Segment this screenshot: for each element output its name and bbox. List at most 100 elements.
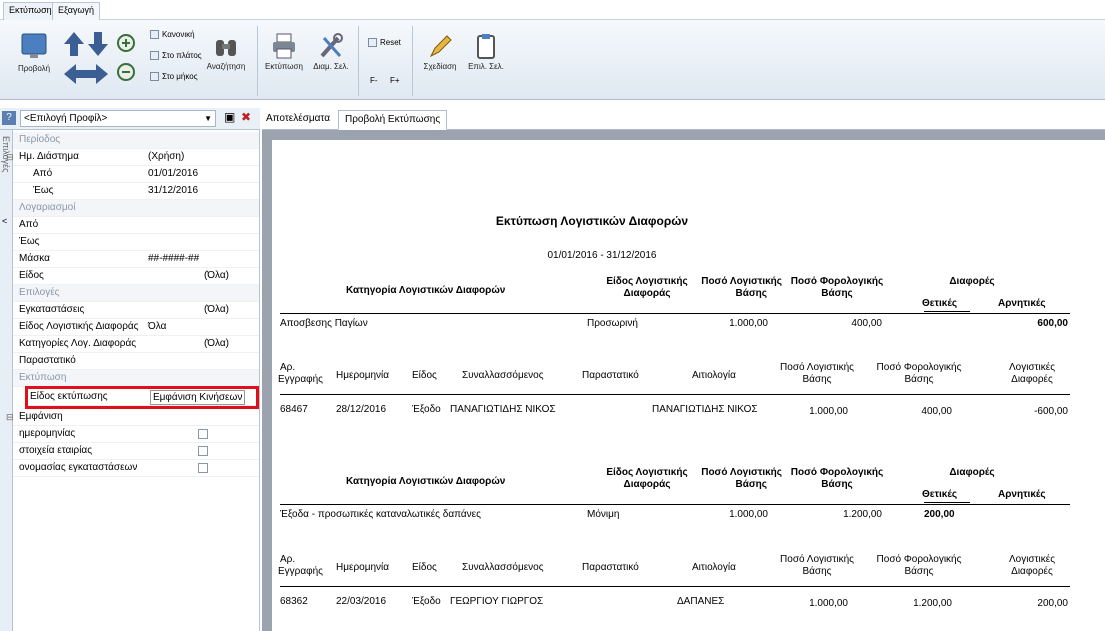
tab-export[interactable]: Εξαγωγή [52, 2, 101, 20]
property-row[interactable]: ονομασίας εγκαταστάσεων [13, 460, 259, 477]
divider [257, 26, 258, 96]
monitor-icon [21, 33, 47, 58]
acc-col-header-line2: Βάσης [802, 566, 832, 577]
zoom-buttons[interactable] [115, 32, 137, 92]
font-decrease-button[interactable]: F- [370, 76, 378, 85]
entry-tax: 400,00 [921, 406, 952, 417]
property-value: 31/12/2016 [148, 185, 199, 196]
page-setup-button[interactable]: Διαμ. Σελ. [310, 32, 352, 71]
property-label: Ημ. Διάστημα [19, 151, 79, 162]
property-row[interactable]: ⊟ Ημ. Διάστημα (Χρήση) [6, 149, 259, 166]
property-row[interactable]: Παραστατικό [13, 353, 259, 370]
property-row[interactable]: Είδος εκτύπωσης Εμφάνιση Κινήσεων [25, 386, 259, 409]
collapse-toggle-icon[interactable]: ⊟ [6, 409, 14, 425]
options-vertical-tab[interactable]: Επιλογές < [0, 130, 13, 631]
property-label: Είδος Λογιστικής Διαφοράς [19, 321, 139, 332]
zoom-width-button[interactable]: Στο πλάτος [150, 51, 202, 60]
underline [924, 311, 970, 312]
zoom-normal-button[interactable]: Κανονική [150, 30, 195, 39]
print-preview-area[interactable]: Εκτύπωση Λογιστικών Διαφορών 01/01/2016 … [262, 130, 1105, 631]
select-page-button[interactable]: Επιλ. Σελ. [466, 32, 506, 71]
search-button[interactable]: Αναζήτηση [202, 34, 250, 71]
ribbon-tab-strip: Εκτύπωση Εξαγωγή [0, 0, 1105, 20]
binoculars-icon [216, 40, 236, 56]
save-icon[interactable]: ▣ [224, 110, 235, 124]
property-row[interactable]: Εγκαταστάσεις (Όλα) [13, 302, 259, 319]
property-value: Εμφάνιση Κινήσεων [150, 390, 246, 405]
page-icon [150, 51, 159, 60]
tab-print[interactable]: Εκτύπωση [3, 2, 58, 20]
negative-header: Αρνητικές [998, 298, 1046, 309]
property-row[interactable]: Είδος Λογιστικής Διαφοράς Όλα [13, 319, 259, 336]
property-value: 01/01/2016 [148, 168, 199, 179]
partner-header: Συναλλασσόμενος [462, 370, 544, 381]
zoom-height-button[interactable]: Στο μήκος [150, 72, 198, 81]
reason-header: Αιτιολογία [692, 562, 736, 573]
delete-icon[interactable]: ✖ [241, 110, 251, 124]
checkbox[interactable] [198, 463, 208, 473]
reset-button[interactable]: Reset [368, 38, 401, 47]
positive-header: Θετικές [922, 298, 958, 309]
group-category: Έξοδα - προσωπικές καταναλωτικές δαπάνες [280, 509, 481, 520]
print-button[interactable]: Εκτύπωση [263, 32, 305, 71]
checkbox[interactable] [198, 429, 208, 439]
group-kind: Μόνιμη [587, 509, 620, 520]
acc-amount-header-line2: Βάσης [735, 288, 767, 299]
property-label: Περίοδος [19, 134, 61, 145]
rule [280, 504, 1070, 505]
group-acc-amount: 1.000,00 [729, 509, 768, 520]
entry-reason: ΠΑΝΑΓΙΩΤΙΔΗΣ ΝΙΚΟΣ [652, 404, 758, 415]
entry-no: 68362 [280, 596, 308, 607]
design-button[interactable]: Σχεδίαση [420, 32, 460, 71]
navigation-arrows [62, 30, 110, 92]
property-value: ##-####-## [148, 253, 200, 264]
divider [412, 26, 413, 96]
property-row[interactable]: στοιχεία εταιρίας [13, 443, 259, 460]
property-label: Είδος εκτύπωσης [30, 391, 108, 402]
negative-header: Αρνητικές [998, 489, 1046, 500]
kind-col-header: Είδος [412, 562, 437, 573]
diff-col-header: Λογιστικές [1008, 554, 1056, 565]
property-row[interactable]: ημερομηνίας [13, 426, 259, 443]
page-icon [150, 72, 159, 81]
property-row[interactable]: Κατηγορίες Λογ. Διαφοράς (Όλα) [13, 336, 259, 353]
property-label: Από [19, 219, 39, 230]
property-label: ημερομηνίας [19, 428, 76, 439]
collapse-toggle-icon[interactable]: ⊟ [6, 149, 14, 165]
date-header: Ημερομηνία [336, 562, 390, 573]
acc-amount-header-line2: Βάσης [735, 479, 767, 490]
property-row[interactable]: Έως 31/12/2016 [13, 183, 259, 200]
entry-no-header-line2: Εγγραφής [278, 566, 324, 577]
property-row[interactable]: Από [13, 217, 259, 234]
tax-col-header-line2: Βάσης [904, 374, 934, 385]
tab-results[interactable]: Αποτελέσματα [266, 113, 330, 124]
property-row[interactable]: ⊟ Εμφάνιση [6, 409, 259, 426]
preview-button[interactable]: Προβολή [16, 32, 52, 73]
property-row[interactable]: Από 01/01/2016 [13, 166, 259, 183]
help-icon[interactable]: ? [2, 111, 16, 125]
property-row: Περίοδος [13, 132, 259, 149]
property-row[interactable]: Είδος (Όλα) [13, 268, 259, 285]
collapse-icon[interactable]: < [2, 216, 7, 226]
font-increase-button[interactable]: F+ [390, 76, 400, 85]
group-tax-amount: 1.200,00 [843, 509, 882, 520]
entry-date: 22/03/2016 [336, 596, 387, 607]
divider [358, 26, 359, 96]
preview-label: Προβολή [17, 64, 51, 73]
report-page: Εκτύπωση Λογιστικών Διαφορών 01/01/2016 … [272, 140, 1105, 631]
diff-col-header-line2: Διαφορές [1011, 566, 1053, 577]
date-header: Ημερομηνία [336, 370, 390, 381]
property-row[interactable]: Μάσκα ##-####-## [13, 251, 259, 268]
entry-date: 28/12/2016 [336, 404, 387, 415]
property-label: Παραστατικό [19, 355, 76, 366]
entry-reason: ΔΑΠΑΝΕΣ [677, 596, 725, 607]
checkbox[interactable] [198, 446, 208, 456]
entry-no-header-line2: Εγγραφής [278, 374, 324, 385]
acc-amount-header: Ποσό Λογιστικής [701, 276, 782, 287]
property-row[interactable]: Έως [13, 234, 259, 251]
profile-select[interactable]: <Επιλογή Προφίλ> ▼ [20, 110, 216, 127]
reset-icon [368, 38, 377, 47]
printer-icon [273, 33, 295, 59]
tab-print-preview[interactable]: Προβολή Εκτύπωσης [338, 110, 448, 130]
group-positive: 200,00 [924, 509, 955, 520]
